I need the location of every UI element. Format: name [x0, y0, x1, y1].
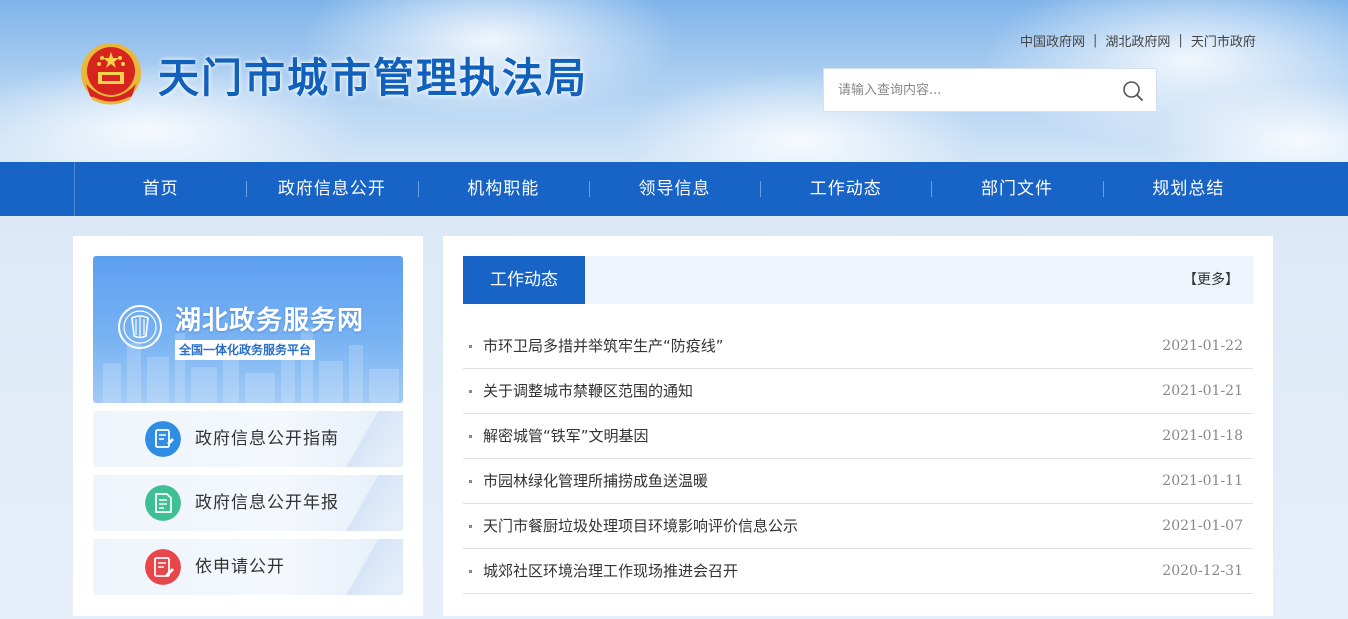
site-header: 天门市城市管理执法局 中国政府网 | 湖北政府网 | 天门市政府	[0, 0, 1348, 162]
news-item[interactable]: 天门市餐厨垃圾处理项目环境影响评价信息公示 2021-01-07	[463, 504, 1253, 549]
nav-item-documents[interactable]: 部门文件	[931, 162, 1102, 216]
nav-item-plans[interactable]: 规划总结	[1102, 162, 1274, 216]
news-item[interactable]: 市园林绿化管理所捕捞成鱼送温暖 2021-01-11	[463, 459, 1253, 504]
main-nav: 首页 政府信息公开 机构职能 领导信息 工作动态 部门文件 规划总结	[0, 162, 1348, 216]
news-title: 市园林绿化管理所捕捞成鱼送温暖	[483, 472, 709, 490]
top-link-gov-tianmen[interactable]: 天门市政府	[1191, 31, 1256, 50]
bullet-icon	[469, 525, 472, 528]
top-link-separator: |	[1093, 33, 1098, 48]
top-link-separator: |	[1178, 33, 1183, 48]
national-emblem-icon	[81, 43, 141, 105]
quick-link-label: 依申请公开	[195, 557, 285, 577]
nav-item-leaders[interactable]: 领导信息	[588, 162, 760, 216]
bullet-icon	[469, 345, 472, 348]
top-link-gov-hubei[interactable]: 湖北政府网	[1105, 31, 1170, 50]
news-date: 2021-01-21	[1162, 383, 1243, 399]
nav-item-home[interactable]: 首页	[75, 162, 246, 216]
news-title: 市环卫局多措并举筑牢生产“防疫线”	[483, 337, 724, 355]
news-item[interactable]: 关于调整城市禁鞭区范围的通知 2021-01-21	[463, 369, 1253, 414]
news-item[interactable]: 城郊社区环境治理工作现场推进会召开 2020-12-31	[463, 549, 1253, 594]
guide-icon	[145, 421, 181, 457]
site-title: 天门市城市管理执法局	[158, 54, 588, 102]
news-panel: 工作动态 【更多】 市环卫局多措并举筑牢生产“防疫线” 2021-01-22 关…	[443, 236, 1273, 616]
tab-work-news[interactable]: 工作动态	[463, 256, 585, 304]
banner-subtitle: 全国一体化政务服务平台	[175, 340, 316, 360]
news-title: 城郊社区环境治理工作现场推进会召开	[483, 562, 739, 580]
nav-item-gov-info[interactable]: 政府信息公开	[246, 162, 417, 216]
top-links: 中国政府网 | 湖北政府网 | 天门市政府	[1020, 31, 1276, 50]
news-title: 天门市餐厨垃圾处理项目环境影响评价信息公示	[483, 517, 799, 535]
more-link[interactable]: 【更多】	[1183, 256, 1239, 304]
quick-link-annual-report[interactable]: 政府信息公开年报	[93, 475, 403, 531]
apply-icon	[145, 549, 181, 585]
search-input[interactable]	[824, 69, 1114, 111]
news-item[interactable]: 解密城管“铁军”文明基因 2021-01-18	[463, 414, 1253, 459]
news-date: 2021-01-11	[1162, 473, 1243, 489]
news-header: 工作动态 【更多】	[463, 256, 1253, 304]
hubei-service-logo-icon	[118, 305, 162, 349]
sidebar: 湖北政务服务网 全国一体化政务服务平台 政府信息公开指南 政府信息公开年报 依申…	[73, 236, 423, 616]
search-icon[interactable]	[1122, 80, 1144, 102]
nav-item-functions[interactable]: 机构职能	[417, 162, 589, 216]
quick-link-guide[interactable]: 政府信息公开指南	[93, 411, 403, 467]
bullet-icon	[469, 480, 472, 483]
news-title: 解密城管“铁军”文明基因	[483, 427, 649, 445]
report-icon	[145, 485, 181, 521]
news-title: 关于调整城市禁鞭区范围的通知	[483, 382, 694, 400]
quick-link-label: 政府信息公开指南	[195, 429, 339, 449]
news-item[interactable]: 市环卫局多措并举筑牢生产“防疫线” 2021-01-22	[463, 324, 1253, 369]
quick-link-label: 政府信息公开年报	[195, 493, 339, 513]
quick-link-apply[interactable]: 依申请公开	[93, 539, 403, 595]
banner-title: 湖北政务服务网	[175, 306, 365, 336]
bullet-icon	[469, 435, 472, 438]
hubei-service-banner[interactable]: 湖北政务服务网 全国一体化政务服务平台	[93, 256, 403, 403]
nav-item-work-news[interactable]: 工作动态	[760, 162, 931, 216]
news-date: 2021-01-22	[1162, 338, 1243, 354]
search-box	[823, 68, 1157, 112]
bullet-icon	[469, 390, 472, 393]
news-list: 市环卫局多措并举筑牢生产“防疫线” 2021-01-22 关于调整城市禁鞭区范围…	[463, 324, 1253, 594]
news-date: 2021-01-07	[1162, 518, 1243, 534]
bullet-icon	[469, 570, 472, 573]
news-date: 2020-12-31	[1162, 563, 1243, 579]
top-link-gov-china[interactable]: 中国政府网	[1020, 31, 1085, 50]
news-date: 2021-01-18	[1162, 428, 1243, 444]
